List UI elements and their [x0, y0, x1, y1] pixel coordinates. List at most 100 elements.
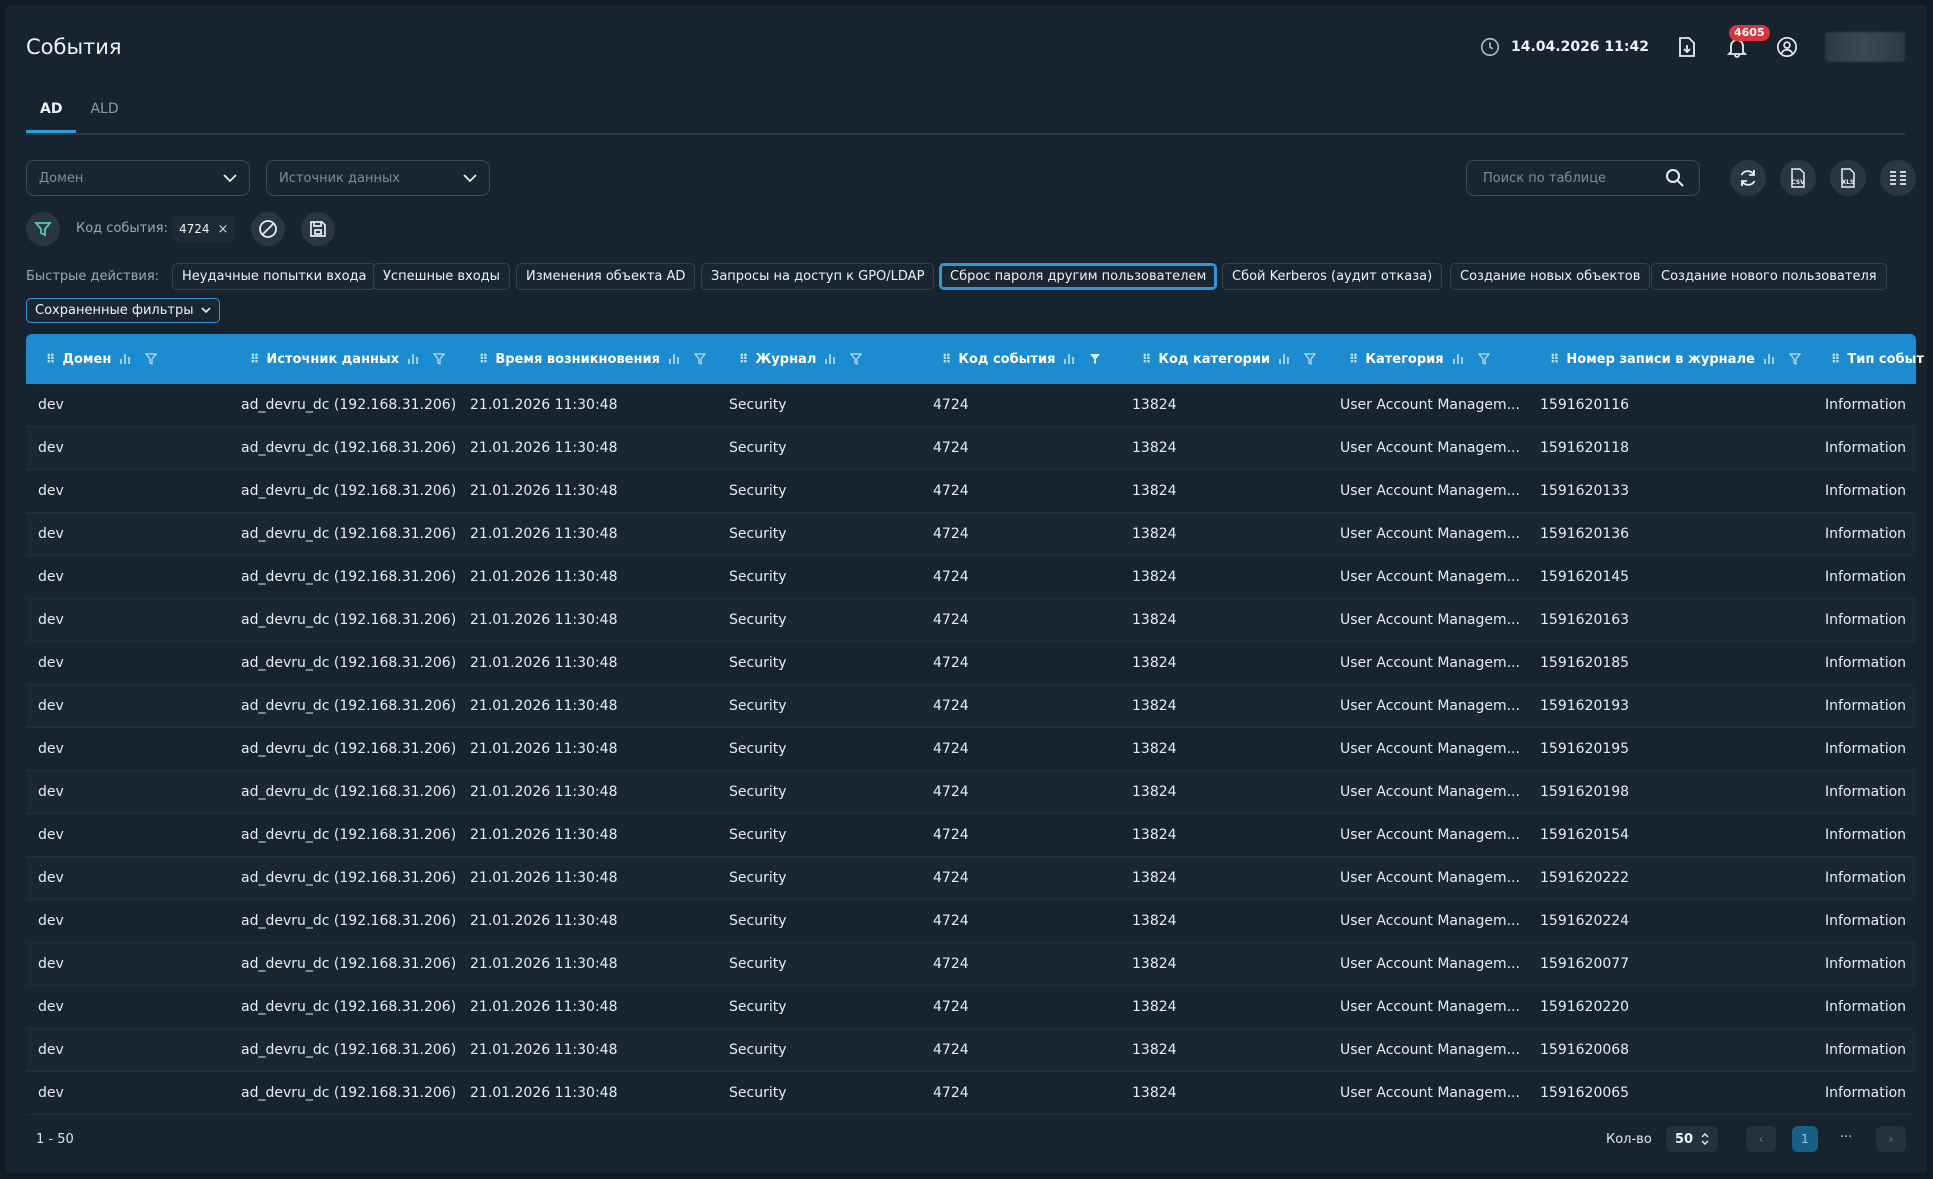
search-input[interactable]: [1483, 170, 1653, 186]
source-select[interactable]: Источник данных: [266, 160, 490, 196]
column-header-journal[interactable]: ⠿ Журнал: [739, 334, 863, 384]
saved-filters-dropdown[interactable]: Сохраненные фильтры: [26, 298, 221, 323]
cell-category-code: 13824: [1132, 741, 1177, 757]
cell-event-code: 4724: [933, 741, 969, 757]
filter-icon[interactable]: [145, 353, 158, 365]
cell-category: User Account Managem...: [1340, 526, 1520, 542]
filter-icon[interactable]: [433, 353, 446, 365]
table-row[interactable]: dev ad_devru_dc (192.168.31.206) 21.01.202…: [26, 599, 1916, 642]
cell-domain: dev: [38, 569, 64, 585]
cell-source: ad_devru_dc (192.168.31.206): [241, 569, 457, 585]
user-menu-button[interactable]: [1775, 35, 1799, 59]
cell-domain: dev: [38, 440, 64, 456]
quick-action-ad-object-changes[interactable]: Изменения объекта AD: [516, 263, 696, 290]
column-header-event-code[interactable]: ⠿ Код события: [942, 334, 1101, 384]
cell-category-code: 13824: [1132, 569, 1177, 585]
quick-action-successful-logins[interactable]: Успешные входы: [373, 263, 510, 290]
column-header-source[interactable]: ⠿ Источник данных: [250, 334, 446, 384]
prev-page-button[interactable]: ‹: [1746, 1126, 1776, 1152]
column-header-category-code[interactable]: ⠿ Код категории: [1142, 334, 1317, 384]
bar-chart-icon[interactable]: [1452, 353, 1464, 365]
table-row[interactable]: dev ad_devru_dc (192.168.31.206) 21.01.202…: [26, 384, 1916, 427]
cell-record-number: 1591620118: [1540, 440, 1630, 456]
quick-action-new-objects[interactable]: Создание новых объектов: [1450, 263, 1651, 290]
filter-icon[interactable]: [1304, 353, 1317, 365]
table-row[interactable]: dev ad_devru_dc (192.168.31.206) 21.01.202…: [26, 814, 1916, 857]
table-row[interactable]: dev ad_devru_dc (192.168.31.206) 21.01.202…: [26, 513, 1916, 556]
bar-chart-icon[interactable]: [119, 353, 131, 365]
table-row[interactable]: dev ad_devru_dc (192.168.31.206) 21.01.202…: [26, 470, 1916, 513]
filter-icon[interactable]: [1089, 353, 1101, 365]
clock-icon: [1480, 37, 1500, 57]
refresh-button[interactable]: [1730, 160, 1766, 196]
table-row[interactable]: dev ad_devru_dc (192.168.31.206) 21.01.202…: [26, 728, 1916, 771]
quick-action-new-user[interactable]: Создание нового пользователя: [1651, 263, 1887, 290]
next-page-button[interactable]: ›: [1876, 1126, 1906, 1152]
save-filter-button[interactable]: [301, 212, 335, 246]
table-row[interactable]: dev ad_devru_dc (192.168.31.206) 21.01.202…: [26, 1029, 1916, 1072]
filter-icon[interactable]: [693, 353, 706, 365]
page-size-select[interactable]: 50: [1666, 1126, 1718, 1152]
cell-category: User Account Managem...: [1340, 827, 1520, 843]
quick-action-kerberos-failure[interactable]: Сбой Kerberos (аудит отказа): [1222, 263, 1443, 290]
table-row[interactable]: dev ad_devru_dc (192.168.31.206) 21.01.202…: [26, 427, 1916, 470]
filter-icon[interactable]: [850, 353, 863, 365]
bar-chart-icon[interactable]: [1763, 353, 1775, 365]
drag-handle-icon[interactable]: ⠿: [739, 352, 748, 366]
filter-toggle-button[interactable]: [26, 212, 60, 246]
columns-settings-button[interactable]: [1880, 160, 1916, 196]
tab-ad[interactable]: AD: [26, 93, 77, 133]
cell-event-type: Information: [1825, 612, 1907, 628]
bar-chart-icon[interactable]: [1278, 353, 1290, 365]
bar-chart-icon[interactable]: [1063, 353, 1075, 365]
table-search[interactable]: [1466, 160, 1700, 196]
tab-ald[interactable]: ALD: [76, 93, 132, 133]
export-csv-button[interactable]: CSV: [1780, 160, 1816, 196]
quick-action-failed-logins[interactable]: Неудачные попытки входа: [172, 263, 377, 290]
table-row[interactable]: dev ad_devru_dc (192.168.31.206) 21.01.202…: [26, 685, 1916, 728]
table-row[interactable]: dev ad_devru_dc (192.168.31.206) 21.01.202…: [26, 857, 1916, 900]
column-header-domain[interactable]: ⠿ Домен: [46, 334, 158, 384]
drag-handle-icon[interactable]: ⠿: [479, 352, 488, 366]
export-xls-button[interactable]: XLS: [1830, 160, 1866, 196]
cell-category-code: 13824: [1132, 956, 1177, 972]
pagination-ellipsis[interactable]: ...: [1840, 1126, 1852, 1141]
bar-chart-icon[interactable]: [824, 353, 836, 365]
page-1-button[interactable]: 1: [1792, 1126, 1818, 1152]
table-row[interactable]: dev ad_devru_dc (192.168.31.206) 21.01.202…: [26, 556, 1916, 599]
domain-select[interactable]: Домен: [26, 160, 250, 196]
drag-handle-icon[interactable]: ⠿: [942, 352, 951, 366]
table-row[interactable]: dev ad_devru_dc (192.168.31.206) 21.01.202…: [26, 642, 1916, 685]
cell-time: 21.01.2026 11:30:48: [470, 999, 618, 1015]
quick-action-password-reset[interactable]: Сброс пароля другим пользователем: [939, 263, 1218, 290]
clear-filters-button[interactable]: [251, 212, 285, 246]
column-header-category[interactable]: ⠿ Категория: [1349, 334, 1490, 384]
table-row[interactable]: dev ad_devru_dc (192.168.31.206) 21.01.202…: [26, 943, 1916, 986]
table-row[interactable]: dev ad_devru_dc (192.168.31.206) 21.01.202…: [26, 1072, 1916, 1115]
drag-handle-icon[interactable]: ⠿: [1142, 352, 1151, 366]
table-row[interactable]: dev ad_devru_dc (192.168.31.206) 21.01.202…: [26, 986, 1916, 1029]
cell-event-type: Information: [1825, 999, 1907, 1015]
close-icon[interactable]: ×: [218, 222, 229, 237]
filter-icon[interactable]: [1788, 353, 1801, 365]
drag-handle-icon[interactable]: ⠿: [1550, 352, 1559, 366]
notifications-button[interactable]: 4605: [1725, 25, 1770, 59]
drag-handle-icon[interactable]: ⠿: [250, 352, 259, 366]
cell-domain: dev: [38, 1042, 64, 1058]
column-header-time[interactable]: ⠿ Время возникновения: [479, 334, 706, 384]
drag-handle-icon[interactable]: ⠿: [46, 352, 55, 366]
filter-icon[interactable]: [1477, 353, 1490, 365]
bar-chart-icon[interactable]: [407, 353, 419, 365]
export-document-button[interactable]: [1675, 35, 1699, 59]
cell-category-code: 13824: [1132, 827, 1177, 843]
active-filter-chip[interactable]: 4724 ×: [172, 216, 235, 242]
table-body: dev ad_devru_dc (192.168.31.206) 21.01.202…: [26, 384, 1916, 1115]
column-header-event-type[interactable]: ⠿ Тип событ: [1831, 334, 1924, 384]
bar-chart-icon[interactable]: [668, 353, 680, 365]
table-row[interactable]: dev ad_devru_dc (192.168.31.206) 21.01.202…: [26, 771, 1916, 814]
table-row[interactable]: dev ad_devru_dc (192.168.31.206) 21.01.202…: [26, 900, 1916, 943]
quick-action-gpo-ldap-requests[interactable]: Запросы на доступ к GPO/LDAP: [701, 263, 935, 290]
drag-handle-icon[interactable]: ⠿: [1349, 352, 1358, 366]
drag-handle-icon[interactable]: ⠿: [1831, 352, 1840, 366]
column-header-record-number[interactable]: ⠿ Номер записи в журнале: [1550, 334, 1801, 384]
